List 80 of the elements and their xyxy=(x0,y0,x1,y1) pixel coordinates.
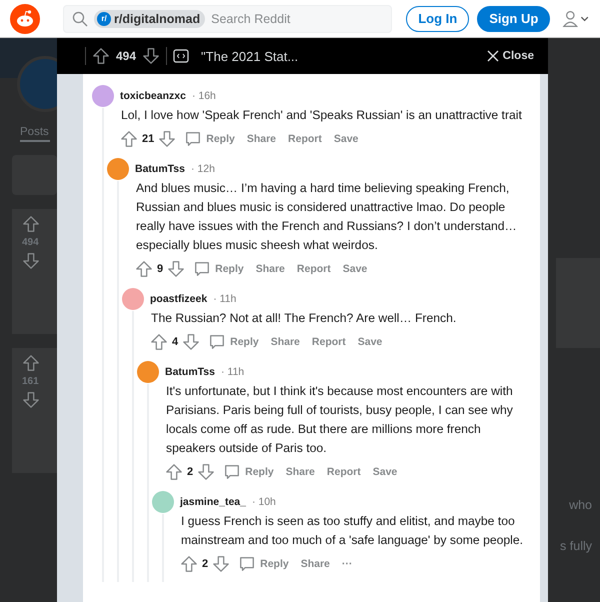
downvote-icon[interactable] xyxy=(167,260,186,278)
community-avatar xyxy=(17,56,57,112)
comment-time: · 11h xyxy=(213,293,236,305)
user-menu-icon[interactable] xyxy=(562,8,590,28)
comment-action[interactable]: Report xyxy=(292,261,335,277)
post-icon xyxy=(173,49,190,63)
upvote-icon[interactable] xyxy=(22,354,40,372)
search-placeholder: Search Reddit xyxy=(211,12,290,26)
comment-action[interactable]: Report xyxy=(322,464,365,480)
comment-action[interactable]: Save xyxy=(330,131,362,147)
downvote-icon[interactable] xyxy=(197,463,216,481)
comment-time: · 16h xyxy=(192,90,216,102)
vote-count: 9 xyxy=(157,263,164,275)
downvote-icon[interactable] xyxy=(212,555,230,573)
reply-button[interactable]: Reply xyxy=(204,331,263,353)
post-text: who xyxy=(569,498,592,512)
signup-button[interactable]: Sign Up xyxy=(477,6,550,32)
comment-action[interactable]: Save xyxy=(354,334,386,350)
upvote-icon[interactable] xyxy=(135,260,153,278)
comment-time: · 12h xyxy=(190,163,215,175)
downvote-icon[interactable] xyxy=(22,391,40,409)
close-icon xyxy=(486,50,499,62)
username[interactable]: toxicbeanzxc xyxy=(120,90,186,102)
comment-icon xyxy=(193,260,212,278)
comment-action[interactable]: Report xyxy=(308,334,350,350)
comment-action[interactable]: Share xyxy=(252,261,289,277)
upvote-icon[interactable] xyxy=(150,333,168,351)
post-score: 161 xyxy=(22,376,39,387)
comment-action[interactable]: Report xyxy=(284,131,326,147)
comment-icon xyxy=(223,463,242,481)
vote-count: 2 xyxy=(202,558,208,570)
reply-button[interactable]: Reply xyxy=(189,258,248,280)
comment-icon xyxy=(238,555,256,573)
downvote-icon[interactable] xyxy=(22,252,40,270)
username[interactable]: poastfizeek xyxy=(150,293,208,305)
comment-action[interactable]: Share xyxy=(242,131,280,147)
upvote-icon[interactable] xyxy=(120,130,138,148)
username[interactable]: jasmine_tea_ xyxy=(180,496,246,508)
comment-time: · 11h xyxy=(220,366,244,378)
comment-action[interactable]: Share xyxy=(266,334,304,350)
downvote-icon[interactable] xyxy=(158,130,176,148)
comment-text: And blues music… I’m having a hard time believing speaking French, Russian and blues music is considered unattractive lmao. Do people really have issues with the French and Russians? I don’t understand… especially blues music sheesh what weirdos. xyxy=(135,180,518,254)
comment-icon xyxy=(208,333,226,351)
reply-button[interactable]: Reply xyxy=(234,553,293,575)
sort-bar xyxy=(12,155,57,195)
comment-action[interactable]: Share xyxy=(296,556,334,572)
post-score: 494 xyxy=(116,49,136,63)
comment-text: I guess French is seen as too stuffy and elitist, and maybe too mainstream and too much of a 'safe language' by some people. xyxy=(180,513,524,549)
comment-action[interactable]: Share xyxy=(282,464,319,480)
username[interactable]: BatumTss xyxy=(165,366,215,378)
comment-action[interactable]: Save xyxy=(368,464,402,480)
comment-icon xyxy=(184,130,202,148)
vote-count: 2 xyxy=(187,466,194,478)
comment-text: Lol, I love how 'Speak French' and 'Speaks Russian' is an unattractive trait xyxy=(120,107,523,124)
vote-count: 21 xyxy=(142,133,154,145)
comment-action[interactable]: Save xyxy=(338,261,372,277)
search-icon xyxy=(72,10,88,26)
post-title: "The 2021 Stat... xyxy=(201,48,300,64)
vote-count: 4 xyxy=(172,336,178,348)
close-button[interactable]: Close xyxy=(486,50,534,62)
reply-button[interactable]: Reply xyxy=(180,128,239,150)
upvote-icon[interactable] xyxy=(180,555,198,573)
comment-text: The Russian? Not at all! The French? Are well… French. xyxy=(150,310,458,327)
comment-text: It's unfortunate, but I think it's because most encounters are with Parisians. Paris being full of tourists, busy people, I can see why locals come off as rude. But there are millions more french speakers outside of Paris too. xyxy=(165,383,514,457)
community-chip[interactable]: r/ r/digitalnomad xyxy=(94,10,206,28)
posts-tab[interactable]: Posts xyxy=(20,126,50,142)
upvote-icon[interactable] xyxy=(22,215,40,233)
logo-icon[interactable] xyxy=(10,4,40,34)
login-button[interactable]: Log In xyxy=(406,6,470,32)
upvote-icon[interactable] xyxy=(165,463,183,481)
post-score: 494 xyxy=(22,237,39,248)
comment-time: · 10h xyxy=(252,496,276,508)
downvote-icon[interactable] xyxy=(142,47,160,65)
downvote-icon[interactable] xyxy=(182,333,200,351)
upvote-icon[interactable] xyxy=(92,47,110,65)
reply-button[interactable]: Reply xyxy=(219,461,278,483)
comment-action[interactable]: ··· xyxy=(338,556,356,572)
search-field[interactable]: r/ r/digitalnomad Search Reddit xyxy=(63,4,392,32)
username[interactable]: BatumTss xyxy=(135,163,185,175)
post-text: s fully xyxy=(560,539,592,553)
